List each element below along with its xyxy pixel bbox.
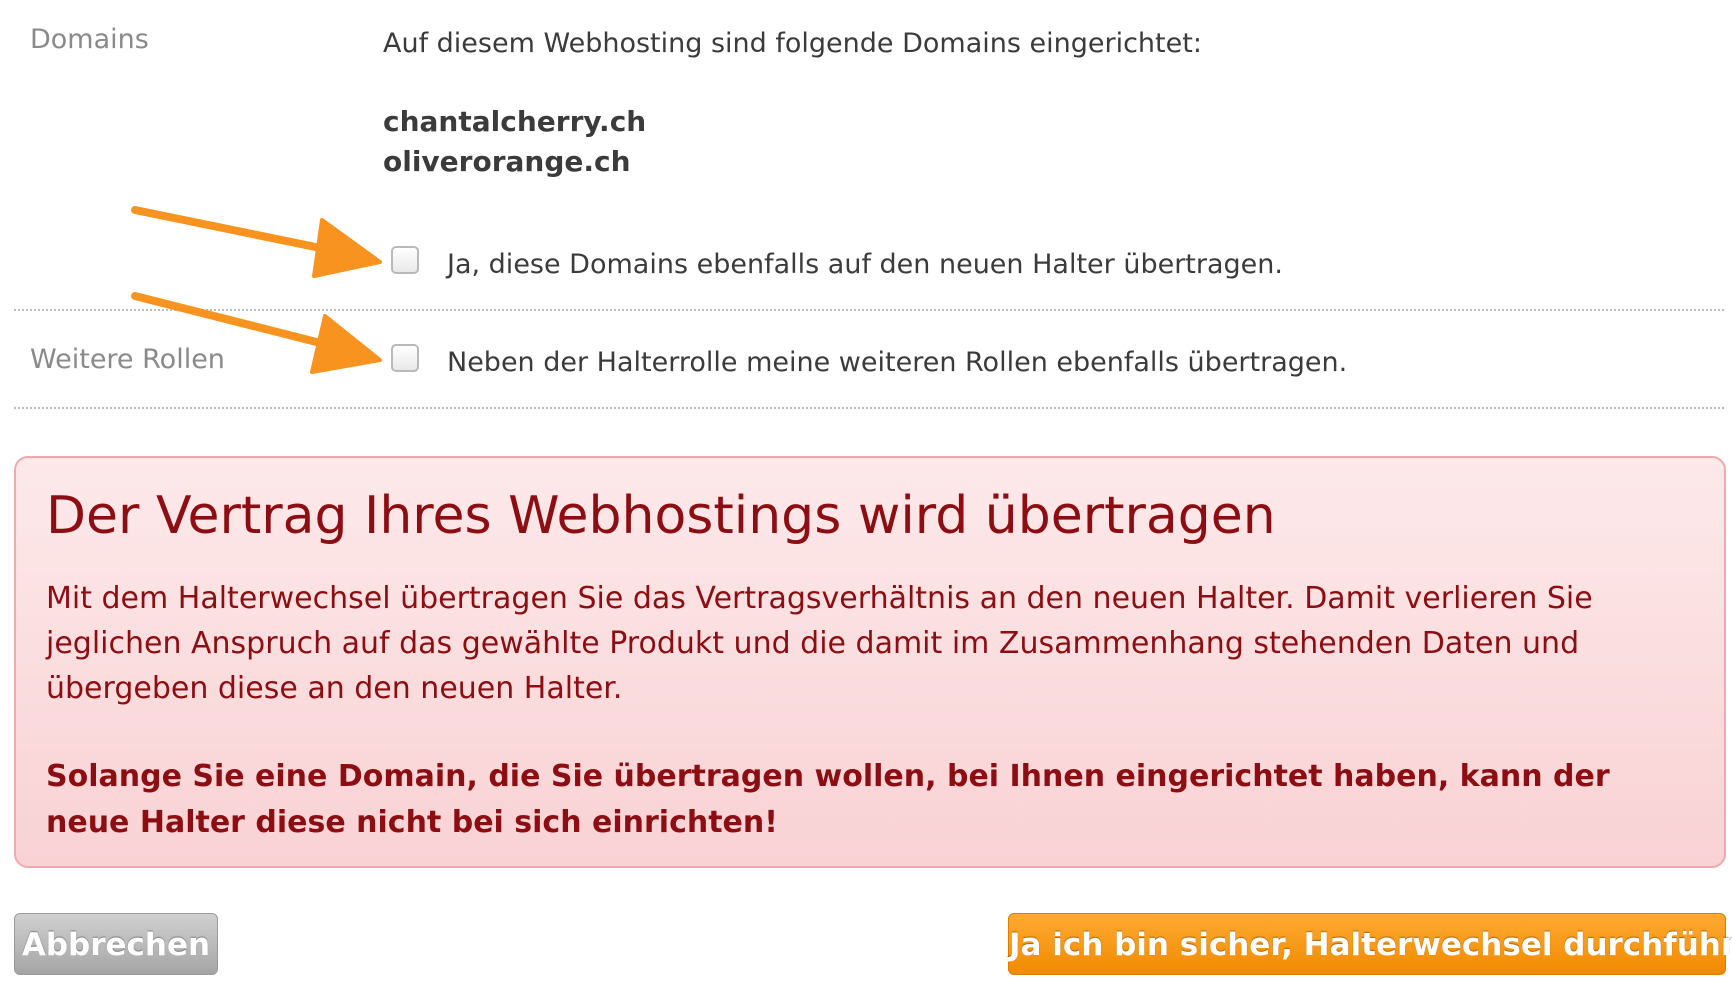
transfer-domains-label[interactable]: Ja, diese Domains ebenfalls auf den neue… [447, 249, 1283, 280]
transfer-roles-label[interactable]: Neben der Halterrolle meine weiteren Rol… [447, 347, 1347, 378]
divider [14, 407, 1724, 409]
domain-item: chantalcherry.ch [383, 105, 647, 138]
warning-title: Der Vertrag Ihres Webhostings wird übert… [46, 486, 1276, 546]
domain-item: oliverorange.ch [383, 145, 631, 178]
warning-text: Mit dem Halterwechsel übertragen Sie das… [46, 581, 1593, 706]
arrow-head-icon [312, 218, 382, 278]
cancel-button[interactable]: Abbrechen [14, 913, 218, 975]
confirm-button[interactable]: Ja ich bin sicher, Halterwechsel durchfü… [1008, 913, 1732, 975]
arrow-head-icon [310, 314, 382, 374]
warning-strong-text: Solange Sie eine Domain, die Sie übertra… [46, 759, 1610, 840]
arrow-line [131, 206, 344, 256]
domains-intro: Auf diesem Webhosting sind folgende Doma… [383, 28, 1202, 59]
arrow-line [131, 292, 344, 352]
warning-box: Der Vertrag Ihres Webhostings wird übert… [14, 456, 1726, 868]
annotation-arrows [131, 206, 382, 374]
